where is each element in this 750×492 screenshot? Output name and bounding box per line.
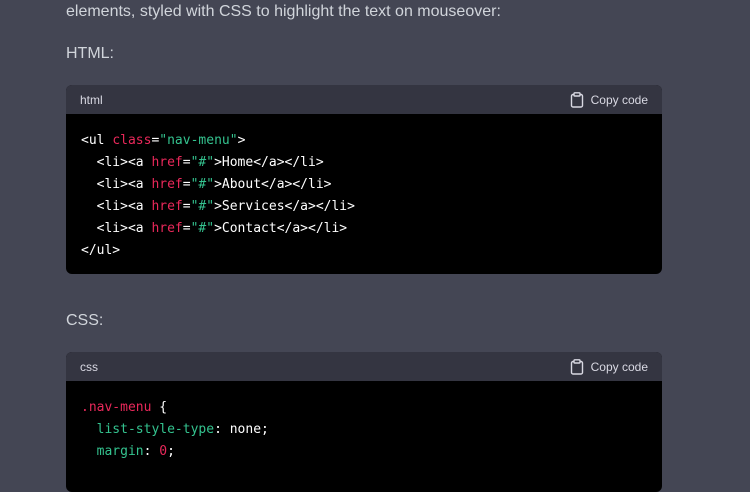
code-line: .nav-menu { (81, 400, 167, 415)
code-token: <ul (81, 133, 113, 148)
code-token: <li><a (81, 155, 152, 170)
code-token: > (237, 133, 246, 148)
code-token: = (182, 199, 191, 214)
clipboard-icon (570, 358, 584, 375)
code-token: href (151, 199, 183, 214)
code-line: list-style-type: none; (81, 422, 269, 437)
code-token: <li><a (81, 199, 152, 214)
code-token: = (182, 177, 191, 192)
html-code-block: html Copy code <ul class="nav-menu"> <li… (66, 85, 662, 274)
css-code: .nav-menu { list-style-type: none; margi… (66, 381, 662, 479)
clipboard-icon (570, 91, 584, 108)
code-token: </ul> (81, 243, 121, 258)
code-token: { (151, 400, 168, 415)
code-token: 0 (159, 444, 168, 459)
code-token: >Services</a></li> (214, 199, 355, 214)
code-token: ; (167, 444, 175, 459)
code-token: "#" (190, 155, 215, 170)
code-token: <li><a (81, 177, 152, 192)
code-token: = (182, 221, 191, 236)
code-language-label: css (80, 359, 98, 374)
code-token: "nav-menu" (159, 133, 238, 148)
css-label: CSS: (66, 312, 104, 329)
code-token: = (182, 155, 191, 170)
copy-code-label: Copy code (590, 359, 648, 374)
copy-code-label: Copy code (590, 92, 648, 107)
code-token: "#" (190, 177, 215, 192)
code-line: margin: 0; (81, 444, 175, 459)
copy-code-button[interactable]: Copy code (570, 91, 648, 108)
code-token: >About</a></li> (214, 177, 332, 192)
code-token: .nav-menu (81, 400, 152, 415)
code-token: >Home</a></li> (214, 155, 324, 170)
code-header: html Copy code (66, 85, 662, 114)
code-token: "#" (190, 199, 215, 214)
code-line: <li><a href="#">Home</a></li> (81, 155, 324, 170)
code-token: href (151, 221, 183, 236)
code-token: href (151, 155, 183, 170)
code-token: class (112, 133, 152, 148)
copy-code-button[interactable]: Copy code (570, 358, 648, 375)
code-token: margin (81, 444, 144, 459)
code-token: list-style-type (81, 422, 215, 437)
code-line: <li><a href="#">About</a></li> (81, 177, 332, 192)
css-code-block: css Copy code .nav-menu { list-style-typ… (66, 352, 662, 492)
code-language-label: html (80, 92, 103, 107)
code-line: <li><a href="#">Contact</a></li> (81, 221, 348, 236)
code-token: "#" (190, 221, 215, 236)
code-token: href (151, 177, 183, 192)
html-code: <ul class="nav-menu"> <li><a href="#">Ho… (66, 114, 662, 274)
html-label: HTML: (66, 45, 114, 62)
code-line: <ul class="nav-menu"> (81, 133, 245, 148)
code-line: <li><a href="#">Services</a></li> (81, 199, 355, 214)
intro-text: elements, styled with CSS to highlight t… (66, 3, 501, 20)
code-token: : none; (214, 422, 269, 437)
code-line: </ul> (81, 243, 120, 258)
code-token: <li><a (81, 221, 152, 236)
code-header: css Copy code (66, 352, 662, 381)
code-token: : (143, 444, 160, 459)
code-token: >Contact</a></li> (214, 221, 348, 236)
